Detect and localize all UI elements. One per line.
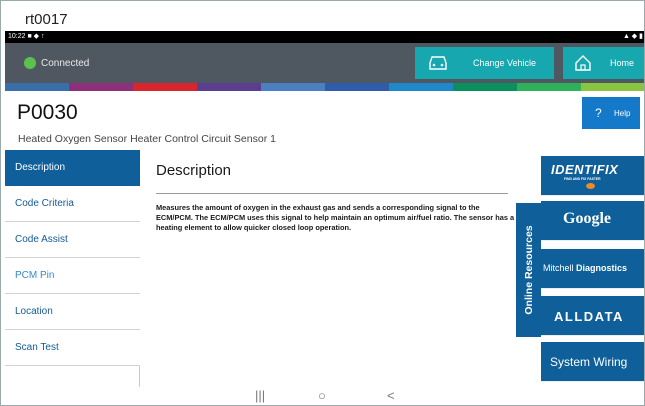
alldata-link[interactable]: ALLDATA [541, 296, 645, 336]
google-logo: Google [563, 210, 611, 227]
stripe-segment [389, 83, 453, 91]
mitchell-name-plain: Mitchell [543, 263, 577, 273]
mitchell-logo: Mitchell Diagnostics [543, 263, 627, 273]
car-icon [426, 54, 450, 74]
stripe-segment [325, 83, 389, 91]
home-label: Home [610, 58, 635, 68]
help-label: Help [614, 109, 631, 118]
mitchell-diagnostics-link[interactable]: Mitchell Diagnostics [541, 249, 645, 289]
connection-status: Connected [41, 58, 90, 69]
tab-pcm-pin[interactable]: PCM Pin [5, 258, 140, 294]
change-vehicle-button[interactable]: Change Vehicle [415, 47, 554, 79]
home-button[interactable]: Home [563, 47, 645, 79]
online-resources-label: Online Resources [522, 225, 535, 315]
window-title: rt0017 [0, 0, 645, 31]
identifix-badge-icon [586, 183, 595, 189]
tab-location[interactable]: Location [5, 294, 140, 330]
back-icon[interactable]: < [387, 388, 395, 403]
stripe-segment [261, 83, 325, 91]
stripe-segment [197, 83, 261, 91]
tab-code-assist[interactable]: Code Assist [5, 222, 140, 258]
system-wiring-link[interactable]: System Wiring [541, 342, 645, 382]
stripe-segment [5, 83, 69, 91]
trouble-code-description: Heated Oxygen Sensor Heater Control Circ… [18, 133, 276, 145]
tab-code-criteria[interactable]: Code Criteria [5, 186, 140, 222]
online-resources-tab[interactable]: Online Resources [516, 203, 541, 337]
connected-indicator-icon [24, 57, 36, 69]
identifix-tagline: FIND AND FIX FASTER [564, 177, 601, 181]
system-wiring-label: System Wiring [550, 355, 628, 369]
status-right-icons: ▲ ◆ ▮ [622, 33, 643, 40]
tab-description[interactable]: Description [5, 150, 140, 186]
section-title: Description [156, 162, 232, 179]
stripe-segment [517, 83, 581, 91]
stripe-segment [581, 83, 645, 91]
tab-scan-test[interactable]: Scan Test [5, 330, 140, 366]
google-link[interactable]: Google [541, 201, 645, 241]
stripe-segment [69, 83, 133, 91]
change-vehicle-label: Change Vehicle [473, 58, 537, 68]
home-icon [574, 54, 592, 74]
android-nav-bar: ||| ○ < [5, 387, 645, 406]
code-tabs-sidebar: Description Code Criteria Code Assist PC… [5, 150, 140, 387]
home-nav-icon[interactable]: ○ [318, 388, 326, 403]
description-text: Measures the amount of oxygen in the exh… [156, 203, 515, 232]
brand-color-stripe [5, 83, 645, 91]
trouble-code: P0030 [17, 101, 78, 124]
help-icon: ? [595, 106, 602, 120]
stripe-segment [453, 83, 517, 91]
app-header: Connected Change Vehicle Home [5, 43, 645, 83]
mitchell-name-bold: Diagnostics [576, 263, 628, 273]
identifix-logo: IDENTIFIX [551, 162, 619, 177]
identifix-link[interactable]: IDENTIFIX FIND AND FIX FASTER [541, 156, 645, 196]
status-icons: ■ ◆ ↑ [27, 33, 45, 40]
stripe-segment [133, 83, 197, 91]
section-divider [156, 193, 508, 194]
android-status-bar: 10:22 ■ ◆ ↑ ▲ ◆ ▮ [5, 31, 645, 43]
help-button[interactable]: ? Help [582, 97, 640, 129]
recents-icon[interactable]: ||| [255, 388, 265, 403]
status-time: 10:22 [8, 33, 26, 40]
alldata-logo: ALLDATA [554, 309, 624, 324]
